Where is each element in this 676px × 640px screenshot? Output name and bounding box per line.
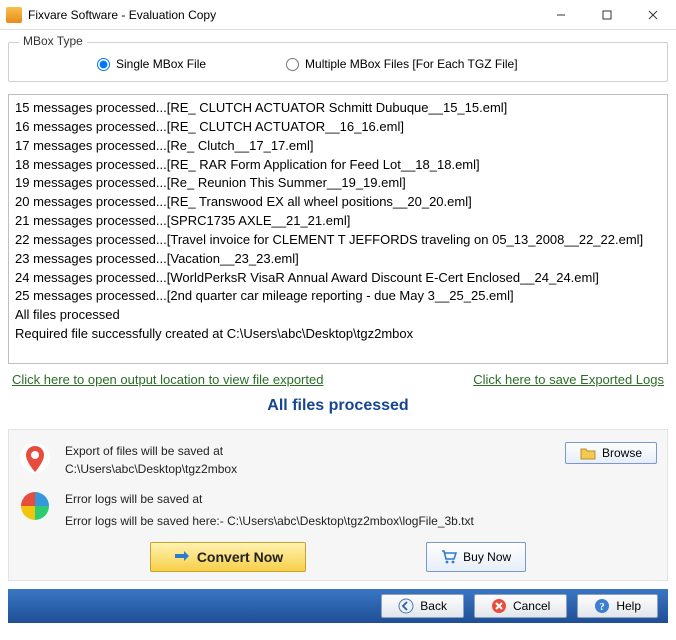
maximize-button[interactable]	[584, 0, 630, 30]
radio-single-mbox-label: Single MBox File	[116, 57, 206, 71]
log-line: Required file successfully created at C:…	[15, 325, 661, 344]
radio-multiple-mbox-input[interactable]	[286, 58, 299, 71]
status-message: All files processed	[8, 397, 668, 415]
titlebar: Fixvare Software - Evaluation Copy	[0, 0, 676, 30]
browse-button[interactable]: Browse	[565, 442, 657, 464]
links-row: Click here to open output location to vi…	[8, 364, 668, 389]
log-line: 15 messages processed...[RE_ CLUTCH ACTU…	[15, 99, 661, 118]
log-line: 21 messages processed...[SPRC1735 AXLE__…	[15, 212, 661, 231]
back-button[interactable]: Back	[381, 594, 464, 618]
error-log-row: Error logs will be saved at Error logs w…	[19, 490, 657, 530]
error-label: Error logs will be saved at	[65, 490, 657, 508]
radio-multiple-mbox-label: Multiple MBox Files [For Each TGZ File]	[305, 57, 518, 71]
window-title: Fixvare Software - Evaluation Copy	[28, 8, 538, 22]
back-label: Back	[420, 599, 447, 613]
close-button[interactable]	[630, 0, 676, 30]
help-button[interactable]: ? Help	[577, 594, 658, 618]
log-line: 16 messages processed...[RE_ CLUTCH ACTU…	[15, 118, 661, 137]
bottom-panel: Export of files will be saved at C:\User…	[8, 429, 668, 581]
log-line: 18 messages processed...[RE_ RAR Form Ap…	[15, 156, 661, 175]
log-line: 22 messages processed...[Travel invoice …	[15, 231, 661, 250]
export-path: C:\Users\abc\Desktop\tgz2mbox	[65, 460, 551, 478]
export-label: Export of files will be saved at	[65, 442, 551, 460]
convert-icon	[173, 549, 191, 565]
log-line: 17 messages processed...[Re_ Clutch__17_…	[15, 137, 661, 156]
cancel-button[interactable]: Cancel	[474, 594, 567, 618]
cancel-label: Cancel	[513, 599, 550, 613]
export-location-row: Export of files will be saved at C:\User…	[19, 442, 657, 478]
pie-chart-icon	[19, 490, 51, 522]
log-line: 19 messages processed...[Re_ Reunion Thi…	[15, 174, 661, 193]
minimize-button[interactable]	[538, 0, 584, 30]
svg-text:?: ?	[600, 601, 606, 613]
log-line: All files processed	[15, 306, 661, 325]
app-icon	[6, 7, 22, 23]
help-icon: ?	[594, 598, 610, 614]
convert-now-button[interactable]: Convert Now	[150, 542, 306, 572]
error-path: Error logs will be saved here:- C:\Users…	[65, 512, 657, 530]
cancel-icon	[491, 598, 507, 614]
log-line: 25 messages processed...[2nd quarter car…	[15, 287, 661, 306]
mbox-type-group: MBox Type Single MBox File Multiple MBox…	[8, 42, 668, 82]
buy-now-button[interactable]: Buy Now	[426, 542, 526, 572]
radio-single-mbox[interactable]: Single MBox File	[97, 57, 206, 71]
back-icon	[398, 598, 414, 614]
footer: Back Cancel ? Help	[8, 589, 668, 623]
open-output-link[interactable]: Click here to open output location to vi…	[12, 372, 323, 387]
convert-now-label: Convert Now	[197, 549, 283, 565]
log-line: 24 messages processed...[WorldPerksR Vis…	[15, 269, 661, 288]
folder-icon	[580, 446, 596, 460]
radio-multiple-mbox[interactable]: Multiple MBox Files [For Each TGZ File]	[286, 57, 518, 71]
radio-single-mbox-input[interactable]	[97, 58, 110, 71]
buy-now-label: Buy Now	[463, 550, 511, 564]
log-output[interactable]: 15 messages processed...[RE_ CLUTCH ACTU…	[8, 94, 668, 364]
save-logs-link[interactable]: Click here to save Exported Logs	[473, 372, 664, 387]
browse-button-label: Browse	[602, 446, 642, 460]
log-line: 23 messages processed...[Vacation__23_23…	[15, 250, 661, 269]
cart-icon	[441, 550, 457, 564]
log-line: 20 messages processed...[RE_ Transwood E…	[15, 193, 661, 212]
mbox-type-legend: MBox Type	[19, 34, 87, 48]
help-label: Help	[616, 599, 641, 613]
location-pin-icon	[19, 442, 51, 474]
